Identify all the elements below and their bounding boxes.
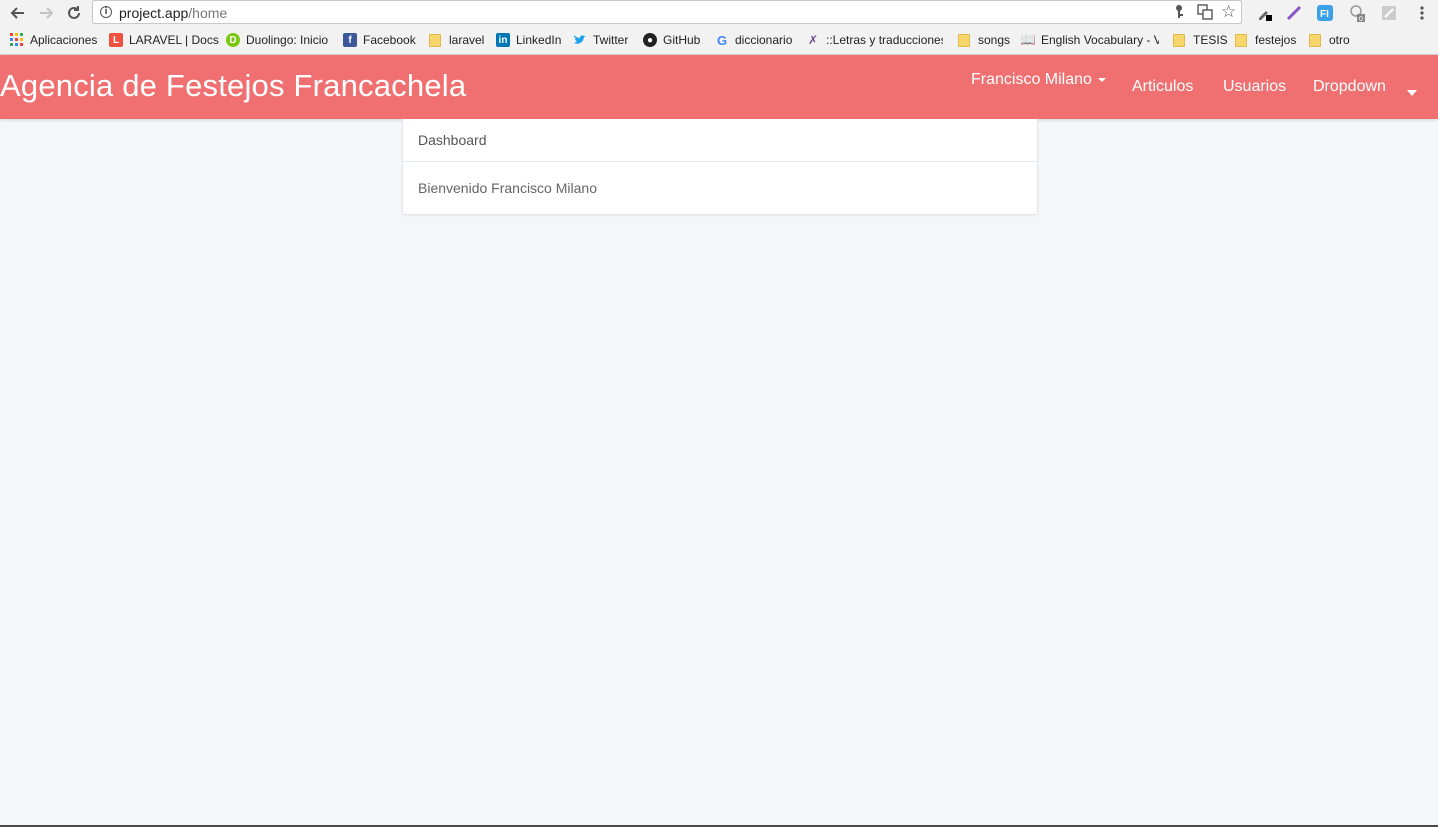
bookmark-label: diccionario xyxy=(735,33,793,47)
panel-heading: Dashboard xyxy=(403,119,1037,162)
reload-button[interactable] xyxy=(64,3,84,23)
folder-icon xyxy=(1173,33,1185,47)
bookmark-folder-otro[interactable]: otro xyxy=(1309,32,1350,48)
app-navbar: Agencia de Festejos Francachela Francisc… xyxy=(0,55,1438,119)
bookmark-github[interactable]: ● GitHub xyxy=(643,32,700,48)
nav-link-dropdown[interactable]: Dropdown xyxy=(1313,78,1386,96)
vocabulary-icon: 📖 xyxy=(1021,32,1037,47)
twitter-icon xyxy=(573,33,587,47)
feather-extension-icon[interactable] xyxy=(1285,4,1303,22)
bookmark-linkedin[interactable]: in LinkedIn xyxy=(496,32,561,48)
linkedin-icon: in xyxy=(496,33,510,47)
dropdown-toggle[interactable] xyxy=(1407,84,1417,102)
browser-toolbar: i project.app/home ☆ FI 0 xyxy=(0,0,1438,26)
bookmark-label: GitHub xyxy=(663,33,701,47)
caret-down-icon xyxy=(1407,89,1417,96)
panel-body: Bienvenido Francisco Milano xyxy=(418,180,597,196)
bookmark-letras[interactable]: ✗ ::Letras y traducciones xyxy=(806,32,943,48)
forward-button[interactable] xyxy=(36,3,56,23)
browser-chrome: i project.app/home ☆ FI 0 Aplicaciones L… xyxy=(0,0,1438,55)
url-text: project.app/home xyxy=(119,5,227,21)
bookmark-diccionario[interactable]: G diccionario xyxy=(715,32,792,48)
bookmark-folder-songs[interactable]: songs xyxy=(958,32,1010,48)
url-host: project.app xyxy=(119,5,189,21)
user-menu-dropdown[interactable]: Francisco Milano xyxy=(971,71,1106,89)
bookmark-facebook[interactable]: f Facebook xyxy=(343,32,416,48)
bookmark-label: Twitter xyxy=(593,33,629,47)
bookmark-twitter[interactable]: Twitter xyxy=(573,32,628,48)
bookmark-label: Facebook xyxy=(363,33,416,47)
info-icon[interactable]: i xyxy=(100,6,112,18)
apps-grid-icon xyxy=(10,33,24,47)
bookmark-english-vocabulary[interactable]: 📖 English Vocabulary - V xyxy=(1021,32,1159,48)
bookmark-label: ::Letras y traducciones xyxy=(826,33,943,47)
bookmark-laravel-docs[interactable]: L LARAVEL | Docs xyxy=(109,32,219,48)
url-path: /home xyxy=(188,5,228,21)
address-bar[interactable]: i project.app/home ☆ xyxy=(92,0,1242,24)
bookmark-label: songs xyxy=(978,33,1011,47)
google-icon: G xyxy=(716,32,728,48)
bookmark-label: festejos xyxy=(1255,33,1297,47)
back-button[interactable] xyxy=(8,3,28,23)
badge-extension-icon[interactable]: 0 xyxy=(1348,4,1366,22)
bookmark-folder-tesis[interactable]: TESIS xyxy=(1173,32,1228,48)
dashboard-panel: Dashboard Bienvenido Francisco Milano xyxy=(402,119,1038,215)
folder-icon xyxy=(958,33,970,47)
bookmark-label: Aplicaciones xyxy=(30,33,98,47)
chrome-menu-icon[interactable] xyxy=(1413,4,1431,22)
eyedropper-extension-icon[interactable] xyxy=(1255,4,1273,22)
translate-icon[interactable] xyxy=(1197,4,1213,23)
navbar-brand[interactable]: Agencia de Festejos Francachela xyxy=(0,68,466,104)
bookmark-duolingo[interactable]: D Duolingo: Inicio xyxy=(226,32,328,48)
duolingo-icon: D xyxy=(226,33,240,47)
pdf-extension-icon[interactable] xyxy=(1380,4,1398,22)
bookmark-label: laravel xyxy=(449,33,485,47)
star-icon[interactable]: ☆ xyxy=(1221,2,1236,22)
user-menu-label: Francisco Milano xyxy=(971,71,1092,88)
bookmarks-bar: Aplicaciones L LARAVEL | Docs D Duolingo… xyxy=(0,28,1438,52)
letras-icon: ✗ xyxy=(807,33,819,47)
bookmark-label: otro xyxy=(1329,33,1350,47)
facebook-icon: f xyxy=(343,33,357,47)
bookmark-aplicaciones[interactable]: Aplicaciones xyxy=(10,32,97,48)
folder-icon xyxy=(429,33,441,47)
key-icon[interactable] xyxy=(1173,4,1185,23)
bookmark-label: LinkedIn xyxy=(516,33,562,47)
bookmark-label: TESIS xyxy=(1193,33,1228,47)
nav-link-articulos[interactable]: Articulos xyxy=(1132,78,1193,96)
svg-text:FI: FI xyxy=(1320,9,1329,20)
folder-icon xyxy=(1235,33,1247,47)
bookmark-label: LARAVEL | Docs xyxy=(129,33,219,47)
caret-down-icon xyxy=(1097,77,1106,82)
laravel-icon: L xyxy=(109,33,123,47)
bookmark-folder-festejos[interactable]: festejos xyxy=(1235,32,1296,48)
bookmark-folder-laravel[interactable]: laravel xyxy=(429,32,484,48)
bookmark-label: Duolingo: Inicio xyxy=(246,33,329,47)
folder-icon xyxy=(1309,33,1321,47)
bookmark-label: English Vocabulary - V xyxy=(1041,33,1159,47)
nav-link-usuarios[interactable]: Usuarios xyxy=(1223,78,1286,96)
github-icon: ● xyxy=(643,33,657,47)
fi-extension-icon[interactable]: FI xyxy=(1316,4,1334,22)
svg-text:0: 0 xyxy=(1359,16,1363,22)
